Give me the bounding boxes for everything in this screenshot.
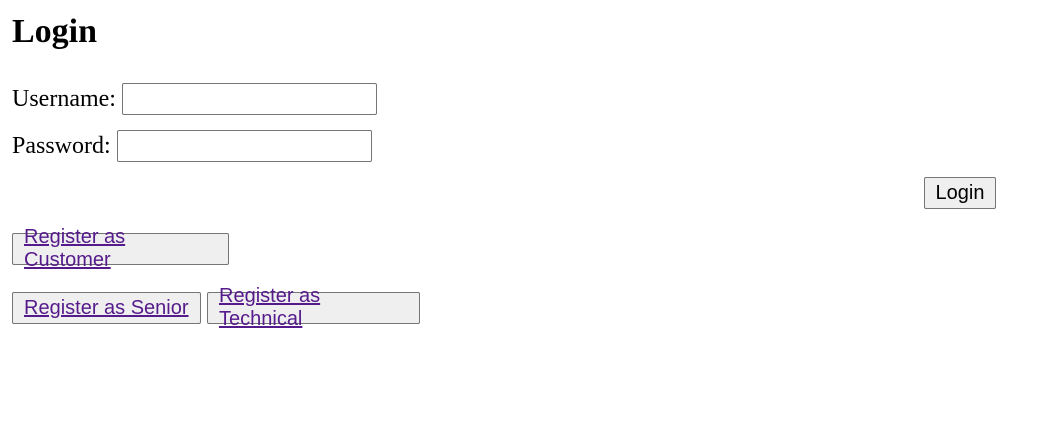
- username-input[interactable]: [121, 83, 377, 115]
- register-customer-link[interactable]: Register as Customer: [24, 226, 217, 272]
- password-input[interactable]: [116, 130, 372, 162]
- register-senior-button[interactable]: Register as Senior: [12, 292, 201, 324]
- username-row: Username:: [12, 83, 377, 115]
- page-title: Login: [12, 13, 98, 50]
- login-button[interactable]: Login: [924, 177, 996, 209]
- password-row: Password:: [12, 130, 372, 162]
- register-customer-button[interactable]: Register as Customer: [12, 226, 229, 271]
- register-technical-link[interactable]: Register as Technical: [219, 285, 408, 331]
- password-label: Password:: [12, 133, 111, 159]
- username-label: Username:: [12, 86, 116, 112]
- register-technical-button[interactable]: Register as Technical: [207, 285, 420, 330]
- register-senior-link[interactable]: Register as Senior: [24, 297, 189, 320]
